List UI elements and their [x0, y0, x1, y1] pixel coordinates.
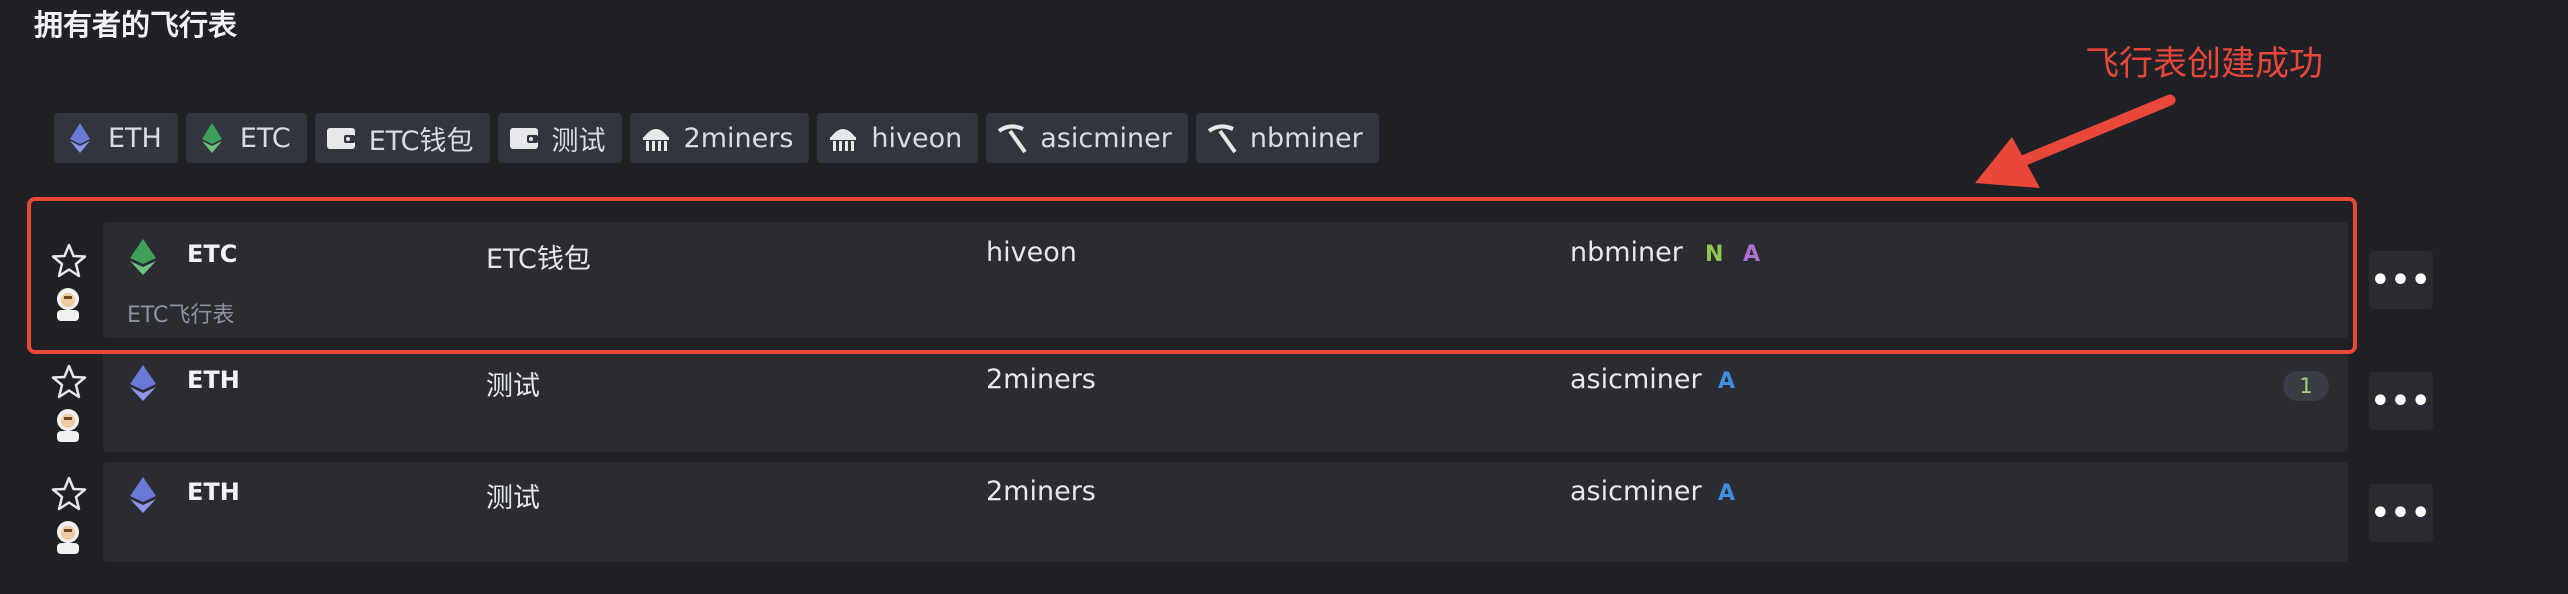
more-button[interactable]: •••: [2369, 251, 2433, 309]
tag-label: asicminer: [1040, 122, 1172, 154]
table-row[interactable]: ETH 测试 2miners asicminer A 1: [103, 350, 2348, 452]
row-wallet: 测试: [486, 483, 540, 514]
row-miner: nbminer: [1570, 237, 1683, 268]
flag-n: N: [1705, 242, 1724, 267]
pickaxe-icon: [1206, 122, 1238, 154]
row-wallet: 测试: [486, 371, 540, 402]
row-coin: ETH: [187, 366, 240, 394]
row-side-controls: [50, 242, 88, 326]
page-title: 拥有者的飞行表: [34, 8, 238, 42]
tag-label: nbminer: [1249, 122, 1363, 154]
star-icon[interactable]: [50, 363, 88, 401]
flag-a: A: [1718, 481, 1736, 506]
pickaxe-icon: [996, 122, 1028, 154]
count-badge: 1: [2283, 371, 2329, 401]
filter-tags: ETH ETC ETC钱包 测试 2miners hiveon asicmine…: [54, 113, 1379, 163]
table-row[interactable]: ETH 测试 2miners asicminer A: [103, 462, 2348, 562]
annotation-label: 飞行表创建成功: [2085, 44, 2323, 84]
astronaut-icon: [57, 521, 79, 554]
table-row[interactable]: ETC ETC钱包 hiveon nbminer N A ETC飞行表: [103, 222, 2348, 338]
etc-icon: [128, 238, 158, 276]
tag-nbminer[interactable]: nbminer: [1195, 113, 1379, 163]
row-pool: hiveon: [986, 237, 1077, 268]
etc-icon: [196, 122, 228, 154]
astronaut-icon: [57, 409, 79, 442]
tag-asicminer[interactable]: asicminer: [986, 113, 1188, 163]
row-side-controls: [50, 475, 88, 559]
row-flight-sheet-name: ETC飞行表: [127, 303, 235, 328]
tag-label: ETC: [239, 122, 291, 154]
tag-2miners[interactable]: 2miners: [629, 113, 810, 163]
tag-eth[interactable]: ETH: [54, 113, 178, 163]
wallet-icon: [325, 122, 357, 154]
wallet-icon: [508, 122, 540, 154]
astronaut-icon: [57, 288, 79, 321]
star-icon[interactable]: [50, 475, 88, 513]
tag-label: hiveon: [871, 122, 963, 154]
eth-icon: [64, 122, 96, 154]
tag-test-wallet[interactable]: 测试: [497, 113, 622, 163]
tag-label: ETC钱包: [368, 125, 474, 157]
eth-icon: [128, 476, 158, 514]
tag-label: ETH: [108, 122, 162, 154]
row-pool: 2miners: [986, 476, 1096, 507]
tag-label: 2miners: [683, 122, 794, 154]
more-button[interactable]: •••: [2369, 484, 2433, 542]
tag-etc[interactable]: ETC: [185, 113, 307, 163]
row-miner: asicminer: [1570, 476, 1702, 507]
flag-a: A: [1718, 369, 1736, 394]
row-coin: ETH: [187, 478, 240, 506]
pool-icon: [827, 122, 859, 154]
row-side-controls: [50, 363, 88, 447]
pool-icon: [640, 122, 672, 154]
tag-hiveon[interactable]: hiveon: [817, 113, 979, 163]
row-wallet: ETC钱包: [486, 244, 591, 275]
row-pool: 2miners: [986, 364, 1096, 395]
tag-label: 测试: [551, 125, 606, 157]
eth-icon: [128, 364, 158, 402]
tag-etc-wallet[interactable]: ETC钱包: [314, 113, 490, 163]
row-miner: asicminer: [1570, 364, 1702, 395]
row-coin: ETC: [187, 240, 238, 268]
more-button[interactable]: •••: [2369, 372, 2433, 430]
flag-a: A: [1743, 242, 1761, 267]
star-icon[interactable]: [50, 242, 88, 280]
